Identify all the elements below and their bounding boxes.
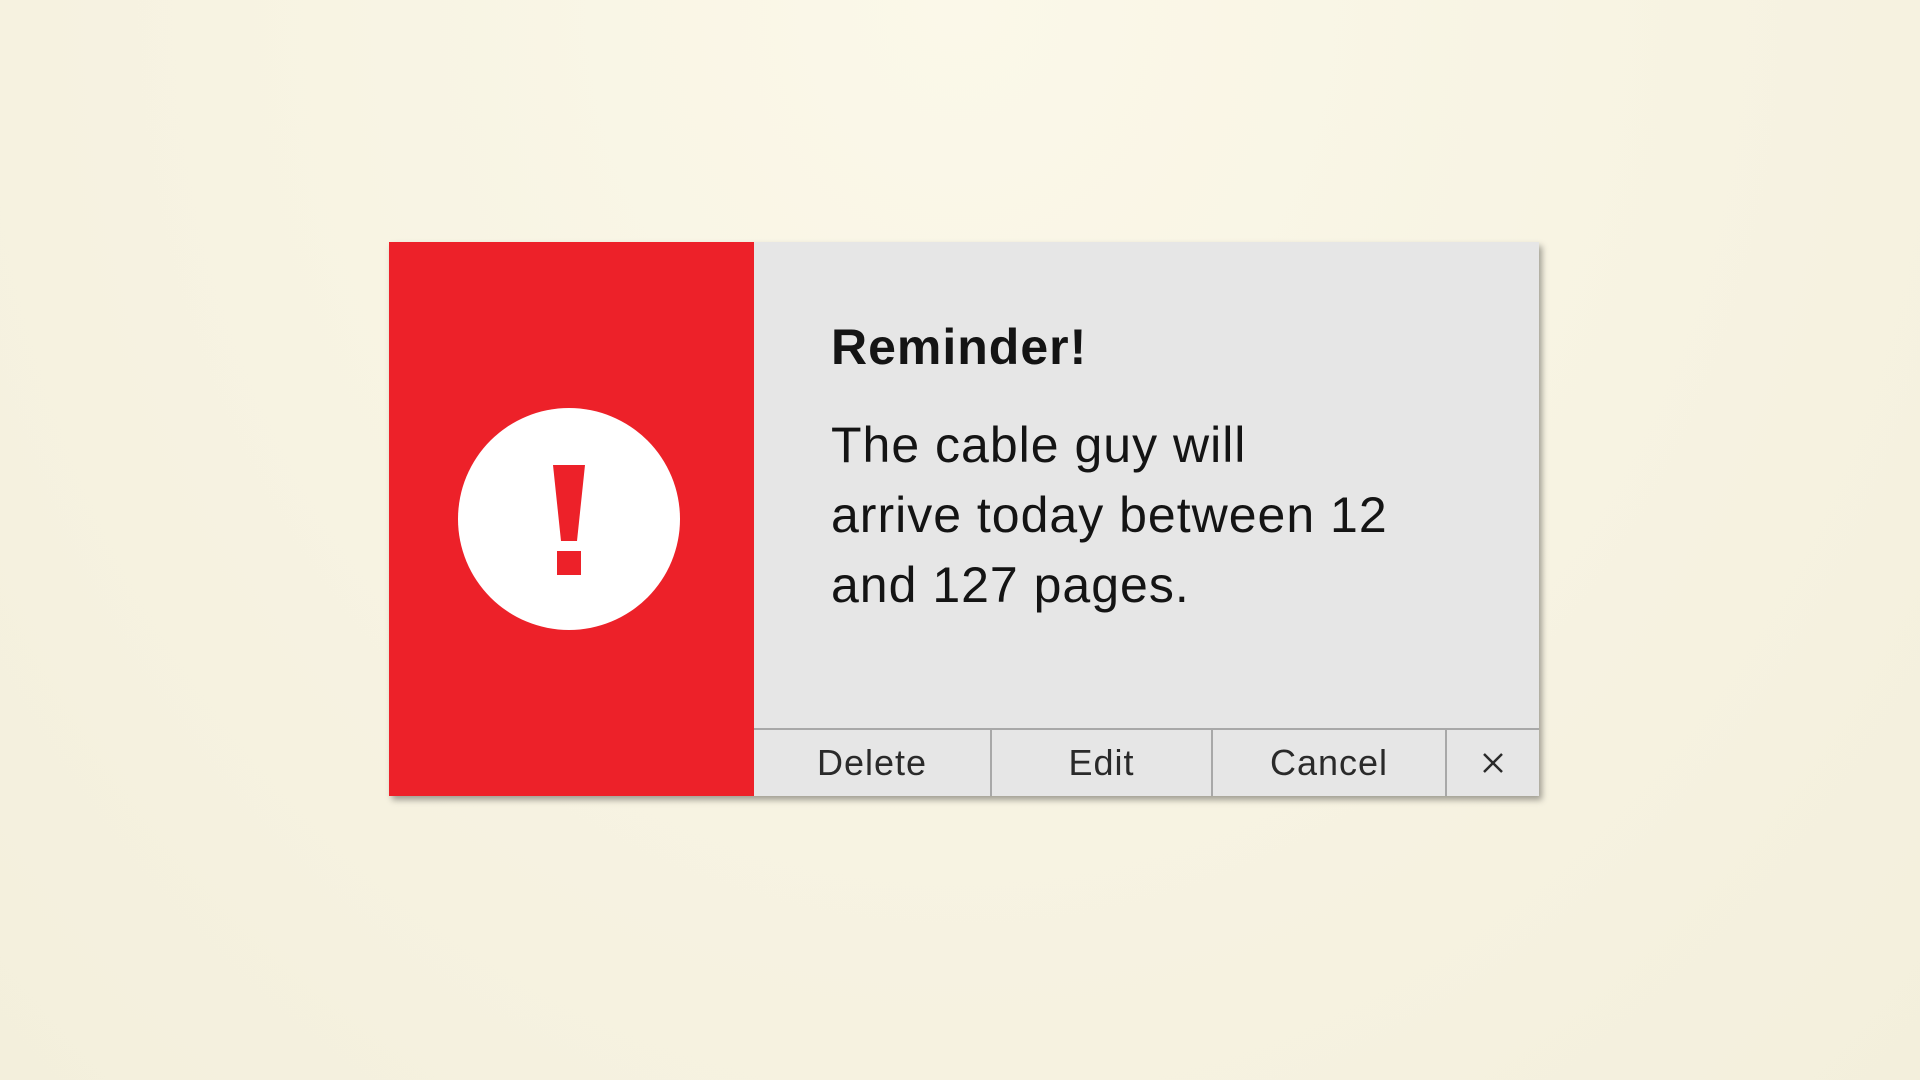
alert-panel	[389, 242, 754, 796]
exclamation-icon	[552, 465, 585, 575]
reminder-dialog: Reminder! The cable guy will arrive toda…	[389, 242, 1539, 796]
dialog-message: The cable guy will arrive today between …	[831, 417, 1388, 613]
button-bar: Delete Edit Cancel	[754, 728, 1539, 796]
delete-button[interactable]: Delete	[754, 730, 992, 796]
edit-button[interactable]: Edit	[992, 730, 1213, 796]
close-button[interactable]	[1447, 730, 1539, 796]
cancel-button[interactable]: Cancel	[1213, 730, 1447, 796]
content-panel: Reminder! The cable guy will arrive toda…	[754, 242, 1539, 796]
close-icon	[1483, 753, 1503, 773]
message-area: Reminder! The cable guy will arrive toda…	[754, 242, 1539, 728]
dialog-title: Reminder!	[831, 319, 1088, 375]
alert-circle	[457, 408, 680, 630]
desktop-background: { "dialog": { "title": "Reminder!", "mes…	[0, 0, 1920, 1080]
